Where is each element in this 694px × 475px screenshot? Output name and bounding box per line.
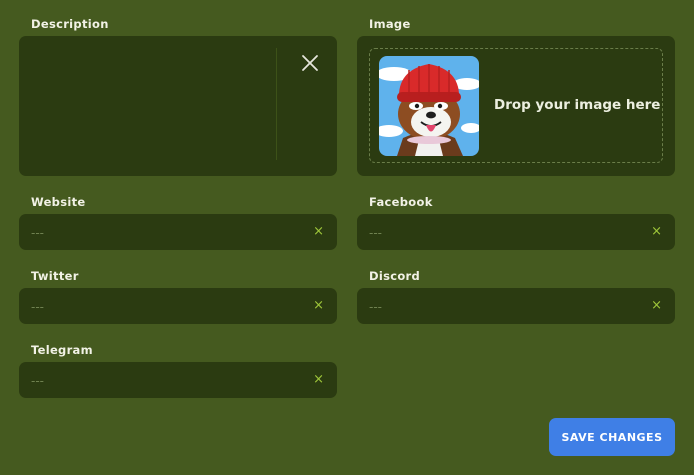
clear-icon[interactable]: × — [313, 224, 324, 240]
twitter-label: Twitter — [31, 269, 79, 283]
twitter-field: × — [19, 288, 337, 324]
description-divider — [276, 48, 277, 160]
website-label: Website — [31, 195, 86, 209]
description-label: Description — [31, 17, 109, 31]
telegram-label: Telegram — [31, 343, 93, 357]
image-label: Image — [369, 17, 411, 31]
discord-input[interactable] — [369, 298, 639, 316]
clear-icon[interactable]: × — [651, 298, 662, 314]
image-thumbnail — [379, 56, 479, 156]
discord-label: Discord — [369, 269, 421, 283]
edit-profile-form: Description Image Drop your image here W… — [0, 0, 694, 475]
facebook-input[interactable] — [369, 224, 639, 242]
description-box — [19, 36, 337, 176]
clear-icon[interactable]: × — [313, 372, 324, 388]
description-textarea[interactable] — [29, 46, 269, 166]
facebook-label: Facebook — [369, 195, 433, 209]
telegram-input[interactable] — [31, 372, 301, 390]
image-dropzone[interactable]: Drop your image here — [369, 48, 663, 163]
website-field: × — [19, 214, 337, 250]
twitter-input[interactable] — [31, 298, 301, 316]
clear-icon[interactable]: × — [313, 298, 324, 314]
clear-icon[interactable]: × — [651, 224, 662, 240]
image-box: Drop your image here — [357, 36, 675, 176]
facebook-field: × — [357, 214, 675, 250]
telegram-field: × — [19, 362, 337, 398]
discord-field: × — [357, 288, 675, 324]
drop-image-text: Drop your image here — [494, 97, 661, 113]
close-icon[interactable] — [299, 52, 321, 74]
save-changes-button[interactable]: SAVE CHANGES — [549, 418, 675, 456]
website-input[interactable] — [31, 224, 301, 242]
